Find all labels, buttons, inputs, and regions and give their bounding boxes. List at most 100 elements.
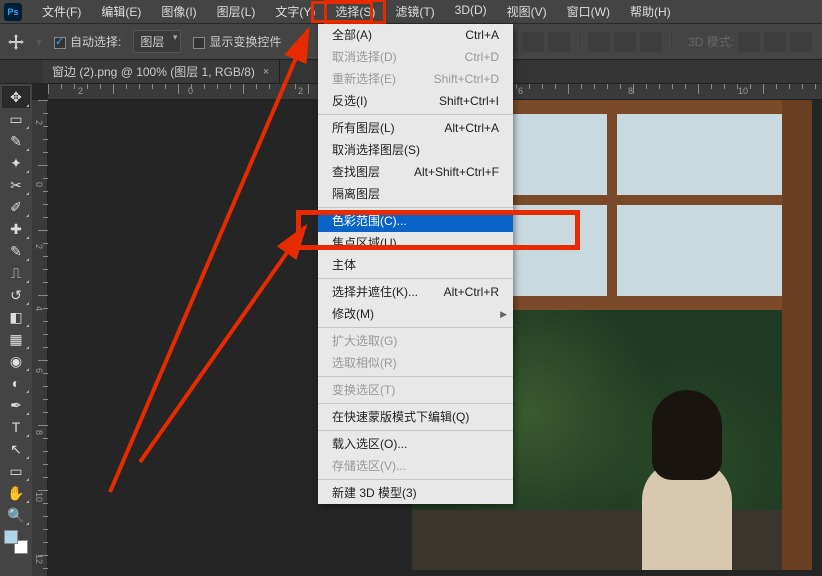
type-tool[interactable]: T xyxy=(2,416,30,438)
menu-item-label: 查找图层 xyxy=(332,164,380,180)
menu-视图(V)[interactable]: 视图(V) xyxy=(497,0,557,23)
menu-shortcut: Alt+Ctrl+A xyxy=(444,120,499,136)
menu-item[interactable]: 主体 xyxy=(318,254,513,276)
menu-帮助(H)[interactable]: 帮助(H) xyxy=(620,0,681,23)
menu-item[interactable]: 取消选择图层(S) xyxy=(318,139,513,161)
menu-item[interactable]: 反选(I)Shift+Ctrl+I xyxy=(318,90,513,112)
lasso-tool[interactable]: ✎ xyxy=(2,130,30,152)
menu-separator xyxy=(318,327,513,328)
distribute-icon[interactable] xyxy=(588,32,610,52)
menu-shortcut: Alt+Shift+Ctrl+F xyxy=(414,164,499,180)
path-select[interactable]: ↖ xyxy=(2,438,30,460)
menu-编辑(E)[interactable]: 编辑(E) xyxy=(91,0,151,23)
menu-separator xyxy=(318,376,513,377)
menu-item-label: 全部(A) xyxy=(332,27,372,43)
menu-item-label: 变换选区(T) xyxy=(332,382,395,398)
menu-item[interactable]: 在快速蒙版模式下编辑(Q) xyxy=(318,406,513,428)
stamp-tool[interactable]: ⎍ xyxy=(2,262,30,284)
gradient-tool[interactable]: ▦ xyxy=(2,328,30,350)
menu-滤镜(T)[interactable]: 滤镜(T) xyxy=(385,0,444,23)
brush-tool[interactable]: ✎ xyxy=(2,240,30,262)
pen-tool[interactable]: ✒ xyxy=(2,394,30,416)
menu-item: 取消选择(D) Ctrl+D xyxy=(318,46,513,68)
menu-文字(Y)[interactable]: 文字(Y) xyxy=(265,0,325,23)
align-icon[interactable] xyxy=(522,32,544,52)
dodge-tool[interactable]: ◐ xyxy=(2,372,30,394)
menu-item: 变换选区(T) xyxy=(318,379,513,401)
menu-窗口(W)[interactable]: 窗口(W) xyxy=(557,0,620,23)
menu-item[interactable]: 载入选区(O)... xyxy=(318,433,513,455)
menu-item-label: 存储选区(V)... xyxy=(332,458,406,474)
tools-panel: ✥▭✎✦✂✐✚✎⎍↺◧▦◉◐✒T↖▭✋🔍 xyxy=(0,84,32,576)
menu-item-label: 选择并遮住(K)... xyxy=(332,284,418,300)
menu-shortcut: Ctrl+A xyxy=(465,27,499,43)
select-menu-dropdown: 全部(A) Ctrl+A 取消选择(D) Ctrl+D 重新选择(E) Shift+Ctr… xyxy=(318,24,513,504)
3d-icon[interactable] xyxy=(764,32,786,52)
menu-item-label: 新建 3D 模型(3) xyxy=(332,485,417,501)
menu-item-label: 焦点区域(U)... xyxy=(332,235,407,251)
hand-tool[interactable]: ✋ xyxy=(2,482,30,504)
menu-item-label: 隔离图层 xyxy=(332,186,380,202)
auto-select-checkbox[interactable]: 自动选择: xyxy=(54,33,121,50)
3d-icon[interactable] xyxy=(738,32,760,52)
menu-item[interactable]: 新建 3D 模型(3) xyxy=(318,482,513,504)
menu-shortcut: Ctrl+D xyxy=(465,49,499,65)
distribute-icon[interactable] xyxy=(640,32,662,52)
menu-item-label: 取消选择(D) xyxy=(332,49,397,65)
move-tool-icon xyxy=(8,34,24,50)
quick-select-tool[interactable]: ✦ xyxy=(2,152,30,174)
eyedropper-tool[interactable]: ✐ xyxy=(2,196,30,218)
marquee-tool[interactable]: ▭ xyxy=(2,108,30,130)
menu-item[interactable]: 焦点区域(U)... xyxy=(318,232,513,254)
menu-item-label: 主体 xyxy=(332,257,356,273)
menu-item-label: 扩大选取(G) xyxy=(332,333,397,349)
color-swatches[interactable] xyxy=(4,530,28,554)
menu-item: 扩大选取(G) xyxy=(318,330,513,352)
menu-item[interactable]: 所有图层(L)Alt+Ctrl+A xyxy=(318,117,513,139)
menu-item: 重新选择(E) Shift+Ctrl+D xyxy=(318,68,513,90)
ruler-vertical: 2024681012 xyxy=(32,100,48,576)
move-tool[interactable]: ✥ xyxy=(2,86,30,108)
menu-item-label: 重新选择(E) xyxy=(332,71,396,87)
menu-shortcut: Shift+Ctrl+D xyxy=(434,71,499,87)
menu-item[interactable]: 选择并遮住(K)... Alt+Ctrl+R xyxy=(318,281,513,303)
figure-girl xyxy=(632,390,742,570)
healing-tool[interactable]: ✚ xyxy=(2,218,30,240)
distribute-icon[interactable] xyxy=(614,32,636,52)
menu-图层(L)[interactable]: 图层(L) xyxy=(207,0,266,23)
menu-shortcut: Alt+Ctrl+R xyxy=(444,284,499,300)
menu-item[interactable]: 隔离图层 xyxy=(318,183,513,205)
3d-mode-label: 3D 模式: xyxy=(688,33,734,50)
menu-item[interactable]: 全部(A) Ctrl+A xyxy=(318,24,513,46)
menu-shortcut: Shift+Ctrl+I xyxy=(439,93,499,109)
menu-item[interactable]: 修改(M)▶ xyxy=(318,303,513,325)
menu-item-label: 在快速蒙版模式下编辑(Q) xyxy=(332,409,469,425)
menu-separator xyxy=(318,403,513,404)
menubar: Ps 文件(F)编辑(E)图像(I)图层(L)文字(Y)选择(S)滤镜(T)3D… xyxy=(0,0,822,24)
submenu-arrow-icon: ▶ xyxy=(500,306,507,322)
blur-tool[interactable]: ◉ xyxy=(2,350,30,372)
show-transform-checkbox[interactable]: 显示变换控件 xyxy=(193,33,281,50)
document-tab[interactable]: 窗边 (2).png @ 100% (图层 1, RGB/8) × xyxy=(42,60,280,83)
separator xyxy=(670,32,672,52)
menu-文件(F)[interactable]: 文件(F) xyxy=(32,0,91,23)
menu-选择(S)[interactable]: 选择(S) xyxy=(325,0,385,23)
ps-logo: Ps xyxy=(4,3,22,21)
menu-item-label: 色彩范围(C)... xyxy=(332,213,407,229)
layer-dropdown[interactable]: 图层 xyxy=(133,30,181,53)
menu-3D(D)[interactable]: 3D(D) xyxy=(445,0,497,23)
zoom-tool[interactable]: 🔍 xyxy=(2,504,30,526)
crop-tool[interactable]: ✂ xyxy=(2,174,30,196)
menu-separator xyxy=(318,430,513,431)
eraser-tool[interactable]: ◧ xyxy=(2,306,30,328)
close-icon[interactable]: × xyxy=(263,66,269,78)
menu-separator xyxy=(318,114,513,115)
menu-item[interactable]: 色彩范围(C)... xyxy=(318,210,513,232)
menu-item[interactable]: 查找图层 Alt+Shift+Ctrl+F xyxy=(318,161,513,183)
menu-图像(I)[interactable]: 图像(I) xyxy=(151,0,206,23)
3d-icon[interactable] xyxy=(790,32,812,52)
align-icon[interactable] xyxy=(548,32,570,52)
tab-title: 窗边 (2).png @ 100% (图层 1, RGB/8) xyxy=(52,63,255,80)
history-brush[interactable]: ↺ xyxy=(2,284,30,306)
shape-tool[interactable]: ▭ xyxy=(2,460,30,482)
